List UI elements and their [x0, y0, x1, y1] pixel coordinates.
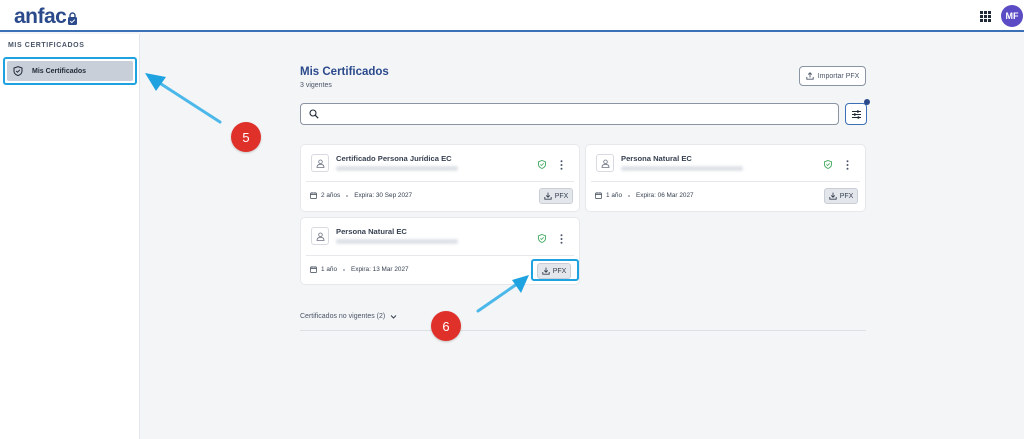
- sidebar-item-mis-certificados[interactable]: Mis Certificados: [3, 57, 137, 85]
- step-badge-5: 5: [231, 122, 261, 152]
- redacted-owner: [336, 239, 458, 244]
- sidebar-item-inner[interactable]: Mis Certificados: [7, 61, 133, 81]
- download-pfx-button[interactable]: PFX: [539, 188, 573, 204]
- sidebar: MIS CERTIFICADOS Mis Certificados: [0, 34, 140, 439]
- card-divider: [591, 181, 860, 182]
- sliders-icon: [851, 109, 861, 119]
- valid-shield-icon: [538, 234, 546, 243]
- filter-active-dot: [864, 99, 870, 105]
- user-avatar[interactable]: MF: [1001, 5, 1023, 27]
- valid-shield-icon: [538, 160, 546, 169]
- arrow-to-sidebar: [145, 73, 222, 124]
- card-divider: [306, 181, 574, 182]
- top-bar: anfac MF: [0, 0, 1024, 32]
- separator-dot: [628, 194, 630, 197]
- certificate-duration: 1 año: [606, 192, 622, 199]
- card-divider: [306, 255, 574, 256]
- certificate-card[interactable]: Persona Natural EC 1 año Expira: 06 Mar …: [585, 144, 866, 212]
- separator-dot: [343, 268, 345, 271]
- sidebar-item-label: Mis Certificados: [32, 67, 87, 75]
- chevron-down-icon: [390, 315, 397, 319]
- certificate-expiry: Expira: 30 Sep 2027: [354, 192, 413, 199]
- valid-shield-icon: [824, 160, 832, 169]
- download-icon: [544, 192, 552, 200]
- search-icon: [309, 109, 319, 119]
- import-pfx-label: Importar PFX: [817, 72, 860, 80]
- import-pfx-button[interactable]: Importar PFX: [799, 66, 866, 86]
- expired-certificates-toggle[interactable]: Certificados no vigentes (2): [300, 313, 397, 320]
- certificate-name: Certificado Persona Jurídica EC: [336, 154, 452, 163]
- step-badge-6: 6: [431, 311, 461, 341]
- section-divider: [300, 330, 866, 331]
- certificate-duration: 2 años: [321, 192, 341, 199]
- lock-icon: [68, 11, 78, 25]
- logo-text: anfac: [14, 5, 67, 28]
- page-subtitle: 3 vigentes: [300, 82, 332, 89]
- certificate-meta: 2 años Expira: 30 Sep 2027: [310, 192, 412, 199]
- download-pfx-label: PFX: [554, 192, 569, 200]
- calendar-icon: [310, 192, 317, 199]
- download-pfx-highlight: [531, 259, 579, 281]
- more-options-icon[interactable]: [560, 160, 563, 170]
- download-pfx-label: PFX: [839, 192, 854, 200]
- redacted-owner: [336, 166, 458, 171]
- filter-button[interactable]: [845, 103, 867, 125]
- person-icon: [601, 159, 609, 168]
- certificate-expiry: Expira: 13 Mar 2027: [351, 266, 409, 273]
- certificate-duration: 1 año: [321, 266, 337, 273]
- page-title: Mis Certificados: [300, 66, 389, 78]
- certificate-meta: 1 año Expira: 06 Mar 2027: [595, 192, 694, 199]
- person-icon: [316, 159, 324, 168]
- certificate-card[interactable]: Certificado Persona Jurídica EC 2 años E…: [300, 144, 580, 212]
- separator-dot: [346, 194, 349, 197]
- download-icon: [829, 192, 837, 200]
- certificate-meta: 1 año Expira: 13 Mar 2027: [310, 266, 409, 273]
- upload-icon: [806, 72, 814, 80]
- calendar-icon: [310, 266, 317, 273]
- download-pfx-button[interactable]: PFX: [824, 188, 858, 204]
- sidebar-heading: MIS CERTIFICADOS: [8, 42, 85, 49]
- redacted-owner: [621, 166, 743, 171]
- more-options-icon[interactable]: [560, 234, 563, 244]
- more-options-icon[interactable]: [846, 160, 849, 170]
- person-icon-box: [311, 154, 329, 172]
- person-icon: [316, 232, 324, 241]
- certificate-name: Persona Natural EC: [621, 154, 692, 163]
- logo[interactable]: anfac: [14, 5, 78, 29]
- search-input[interactable]: [300, 103, 839, 125]
- person-icon-box: [311, 227, 329, 245]
- certificate-expiry: Expira: 06 Mar 2027: [636, 192, 694, 199]
- shield-icon: [13, 66, 23, 76]
- grid-apps-icon[interactable]: [980, 11, 991, 22]
- calendar-icon: [595, 192, 602, 199]
- certificate-name: Persona Natural EC: [336, 227, 407, 236]
- expired-certificates-label: Certificados no vigentes (2): [300, 313, 386, 320]
- person-icon-box: [596, 154, 614, 172]
